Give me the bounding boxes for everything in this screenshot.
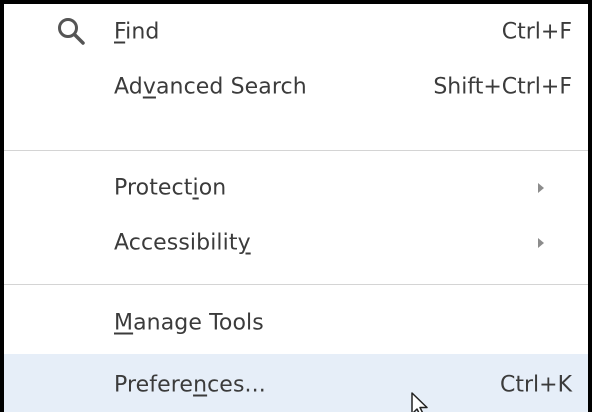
submenu-arrow-icon bbox=[538, 238, 544, 248]
screen: Find Ctrl+F Advanced Search Shift+Ctrl+F… bbox=[0, 0, 592, 412]
menu-separator bbox=[4, 150, 588, 151]
menu-item-label: Manage Tools bbox=[114, 310, 264, 336]
menu-item-manage-tools[interactable]: Manage Tools bbox=[4, 297, 588, 349]
menu-item-find[interactable]: Find Ctrl+F bbox=[4, 6, 588, 58]
shortcut-label: Ctrl+K bbox=[499, 372, 572, 398]
menu-item-advanced-search[interactable]: Advanced Search Shift+Ctrl+F bbox=[4, 61, 588, 113]
shortcut-label: Shift+Ctrl+F bbox=[433, 74, 572, 100]
menu-item-label: Accessibility bbox=[114, 230, 251, 256]
shortcut-label: Ctrl+F bbox=[501, 19, 572, 45]
menu-item-label: Protection bbox=[114, 175, 227, 201]
menu-item-protection[interactable]: Protection bbox=[4, 162, 588, 214]
search-icon bbox=[56, 16, 86, 46]
menu-item-label: Advanced Search bbox=[114, 74, 307, 100]
mouse-pointer-icon bbox=[410, 392, 432, 412]
menu-item-label: Find bbox=[114, 19, 160, 45]
submenu-arrow-icon bbox=[538, 183, 544, 193]
menu-item-preferences[interactable]: Preferences... Ctrl+K bbox=[4, 354, 588, 412]
menu-item-label: Preferences... bbox=[114, 372, 266, 398]
menu-item-accessibility[interactable]: Accessibility bbox=[4, 217, 588, 269]
edit-menu: Find Ctrl+F Advanced Search Shift+Ctrl+F… bbox=[0, 0, 592, 412]
menu-separator bbox=[4, 284, 588, 285]
